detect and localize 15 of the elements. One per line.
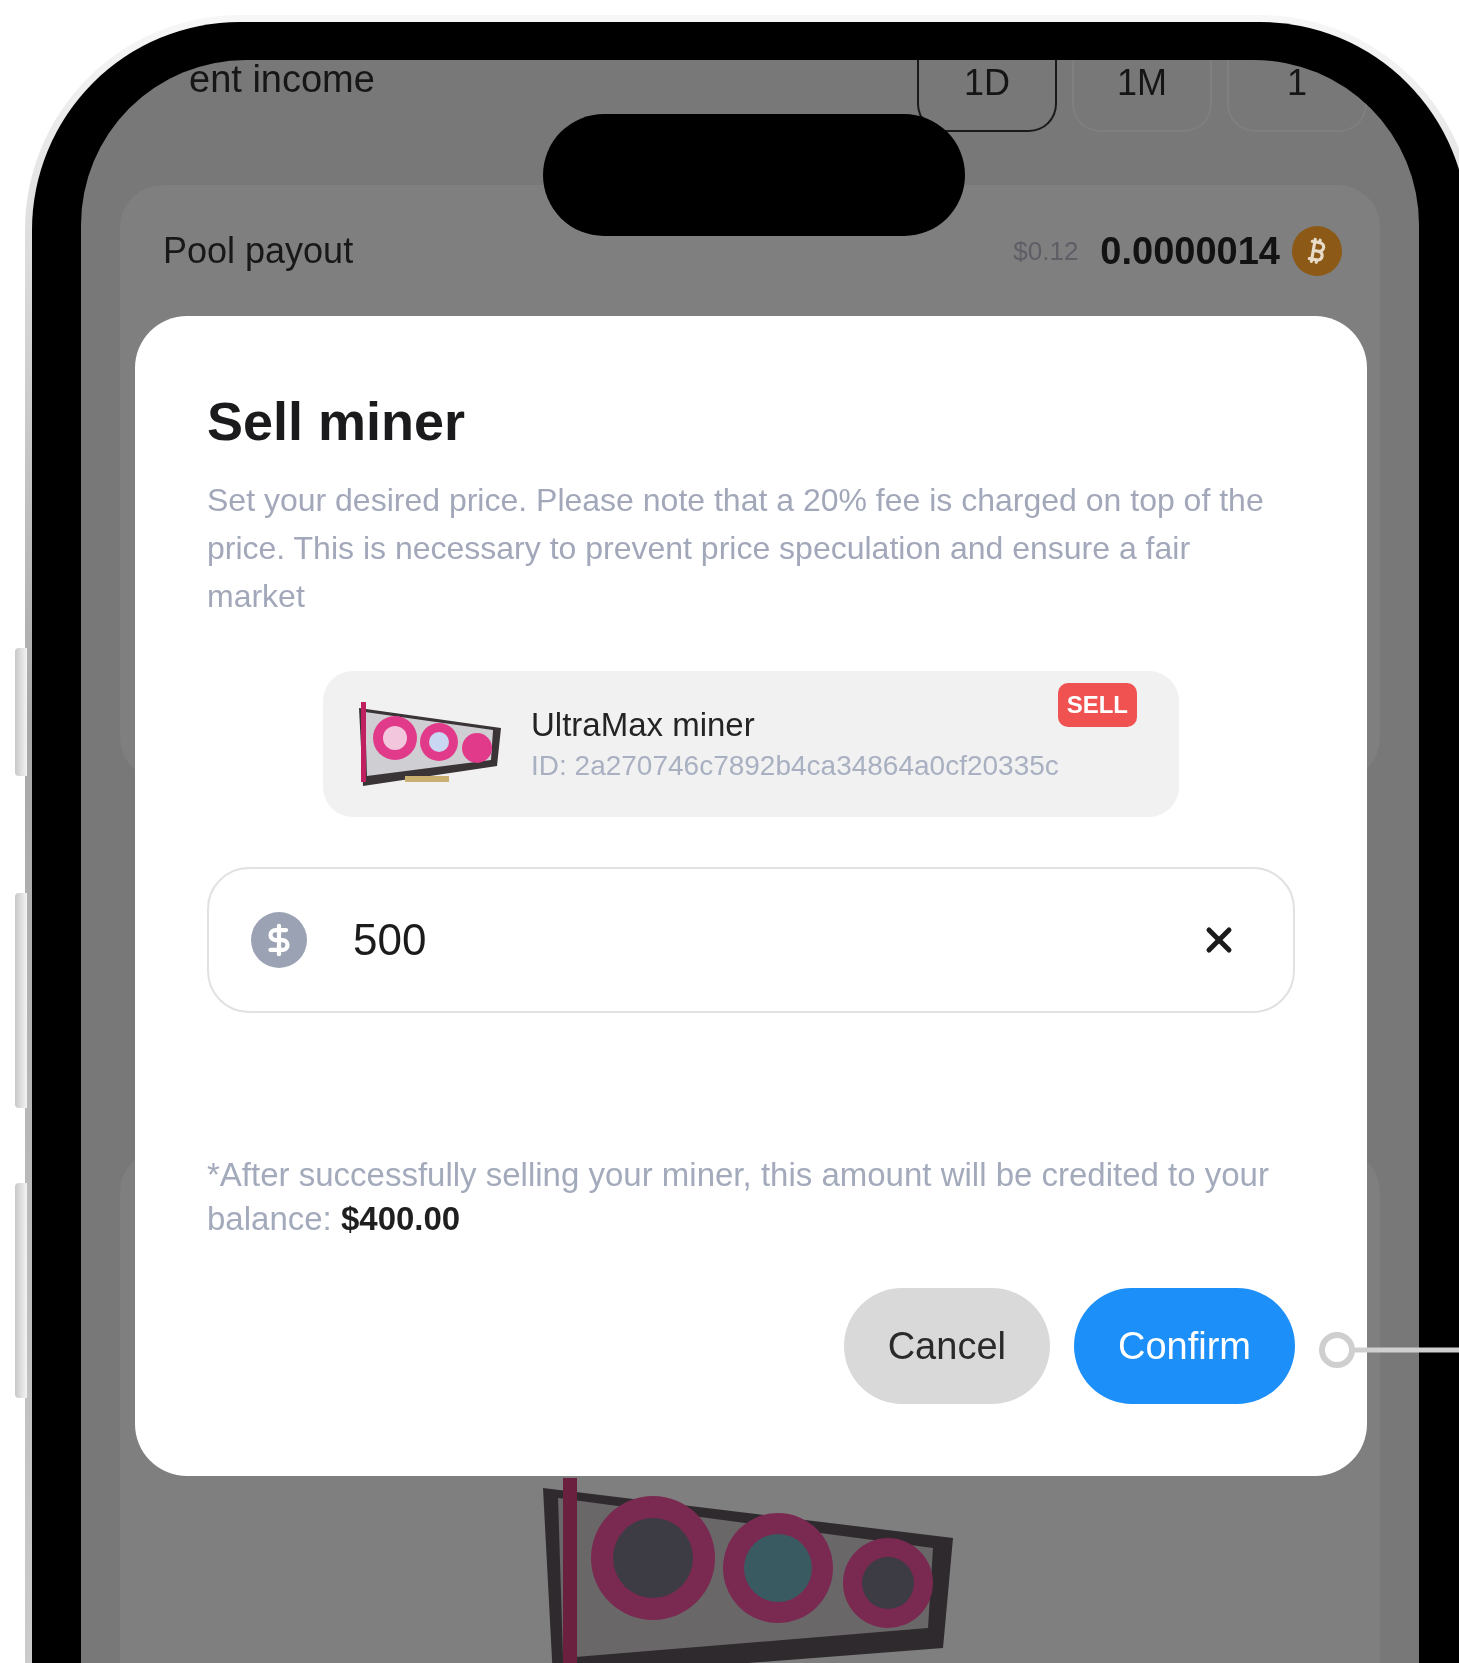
miner-name: UltraMax miner <box>531 706 756 744</box>
btc-amount: 0.0000014 <box>1100 229 1280 273</box>
period-tab[interactable]: 1 <box>1227 60 1367 132</box>
dialog-title: Sell miner <box>207 391 467 451</box>
payout-label: Pool payout <box>163 230 355 272</box>
sell-badge: SELL <box>1057 683 1137 727</box>
bitcoin-icon <box>1292 226 1342 276</box>
cancel-button[interactable]: Cancel <box>843 1288 1050 1404</box>
miner-id: ID: 2a270746c7892b4ca34864a0cf20335c <box>531 750 1059 782</box>
price-field[interactable]: 500 <box>207 867 1295 1013</box>
period-tab[interactable]: 1M <box>1072 60 1212 132</box>
section-title: ent income <box>189 60 376 101</box>
dialog-description: Set your desired price. Please note that a 20% fee is charged on top of the price. This is necessary to prevent price speculation and ensure a fair market <box>207 481 1265 616</box>
confirm-button[interactable]: Confirm <box>1073 1288 1295 1404</box>
credit-note: *After successfully selling your miner, this amount will be credited to your balance: $400.00 <box>207 1155 1270 1239</box>
